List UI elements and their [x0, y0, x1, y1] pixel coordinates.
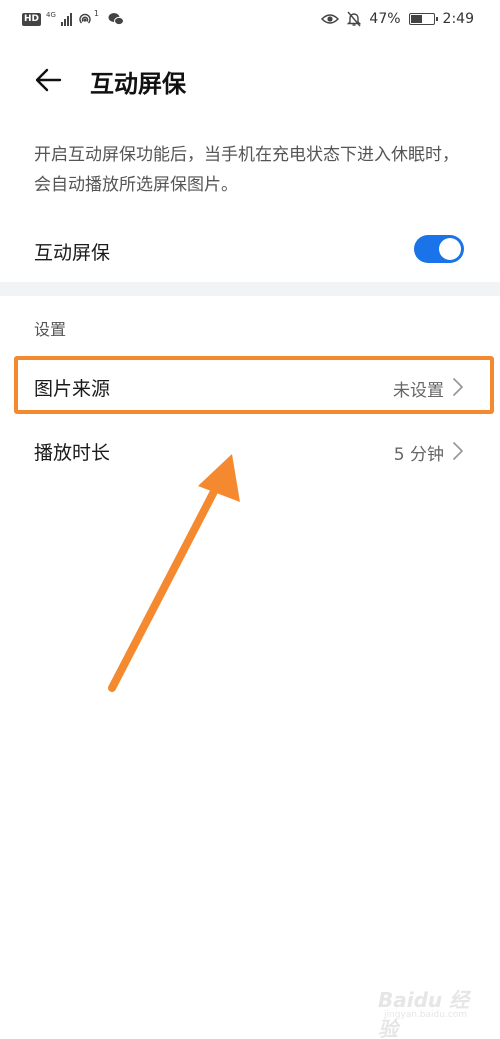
toggle-label: 互动屏保 [34, 242, 111, 264]
row-value: 5 分钟 [393, 445, 444, 465]
switch-knob [439, 238, 461, 260]
interactive-screensaver-row: 互动屏保 [0, 220, 500, 282]
back-arrow-icon [35, 68, 62, 92]
eye-comfort-icon [321, 14, 340, 24]
highlight-box [14, 356, 494, 414]
status-right: 47% 2:49 [321, 9, 474, 29]
row-label: 播放时长 [34, 442, 111, 464]
settings-section-header: 设置 [34, 320, 67, 339]
page-title: 互动屏保 [90, 70, 186, 98]
app-header: 互动屏保 [0, 40, 500, 120]
status-left: HD 4G 1 [22, 9, 124, 29]
watermark-sub: jingyan.baidu.com [384, 1010, 468, 1020]
hotspot-count: 1 [93, 8, 99, 18]
signal-icon [60, 12, 72, 26]
network-type: 4G [46, 10, 56, 19]
battery-percent: 47% [369, 11, 401, 27]
battery-icon [408, 13, 438, 25]
wechat-icon [108, 13, 124, 26]
back-button[interactable] [30, 62, 66, 98]
feature-description: 开启互动屏保功能后，当手机在充电状态下进入休眠时，会自动播放所选屏保图片。 [34, 145, 459, 195]
annotation-arrow [108, 454, 240, 692]
battery-fill [410, 15, 422, 23]
section-divider [0, 282, 500, 296]
chevron-right-icon [453, 442, 463, 460]
status-time: 2:49 [442, 11, 474, 27]
mute-bell-icon [347, 11, 362, 27]
hd-icon: HD [22, 12, 42, 26]
baidu-watermark: Baidu 经验 jingyan.baidu.com [378, 982, 478, 1039]
hotspot-icon [79, 13, 91, 24]
settings-row-play-duration[interactable]: 播放时长 5 分钟 [0, 420, 500, 482]
status-bar: HD 4G 1 47% 2:49 [0, 0, 500, 40]
screensaver-toggle-switch[interactable] [414, 235, 464, 263]
